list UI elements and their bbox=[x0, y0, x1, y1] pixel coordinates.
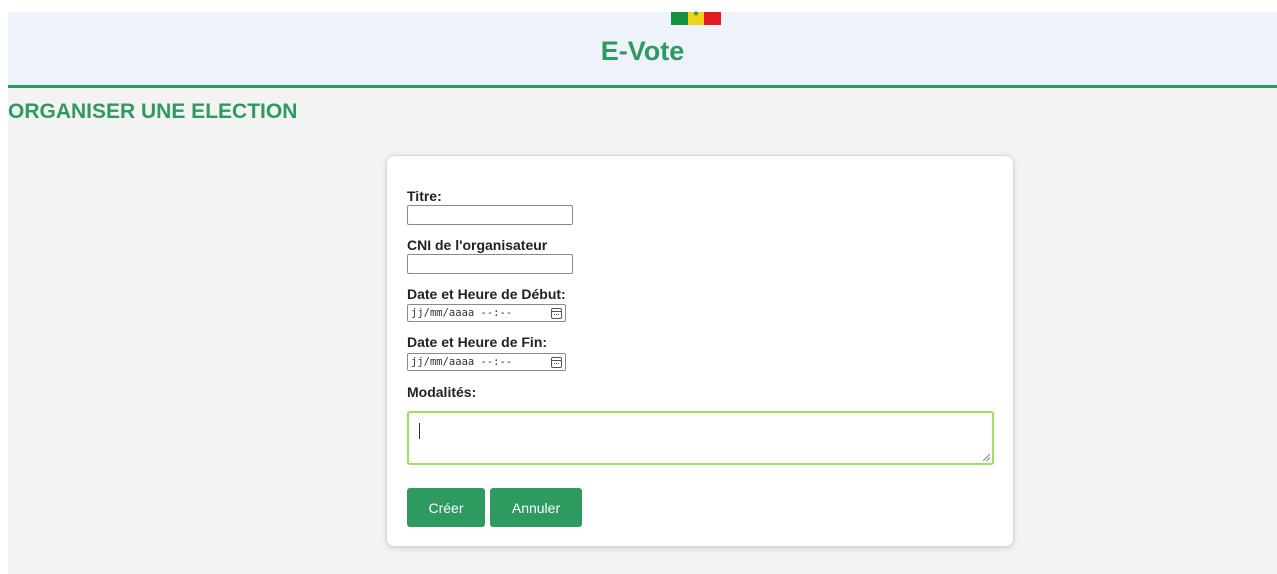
date-debut-input[interactable]: jj/mm/aaaa --:-- bbox=[407, 304, 566, 322]
date-fin-value: jj/mm/aaaa --:-- bbox=[411, 356, 513, 368]
date-fin-label: Date et Heure de Fin: bbox=[407, 334, 548, 350]
app-title: E-Vote bbox=[600, 36, 685, 66]
text-caret bbox=[419, 423, 420, 439]
titre-label: Titre: bbox=[407, 188, 442, 204]
date-fin-input[interactable]: jj/mm/aaaa --:-- bbox=[407, 353, 566, 371]
date-debut-label: Date et Heure de Début: bbox=[407, 286, 566, 302]
senegal-flag-icon: ★ bbox=[671, 9, 722, 25]
app-header: ★ E-Vote bbox=[8, 9, 1277, 88]
cancel-button[interactable]: Annuler bbox=[490, 488, 582, 527]
create-button[interactable]: Créer bbox=[407, 488, 485, 527]
titre-input[interactable] bbox=[407, 205, 573, 225]
modalites-textarea[interactable] bbox=[407, 411, 994, 465]
star-icon: ★ bbox=[692, 9, 700, 18]
date-debut-value: jj/mm/aaaa --:-- bbox=[411, 307, 513, 319]
page-background: ★ E-Vote ORGANISER UNE ELECTION Titre: C… bbox=[8, 9, 1277, 574]
cni-input[interactable] bbox=[407, 254, 573, 274]
calendar-icon[interactable] bbox=[551, 307, 562, 319]
calendar-icon[interactable] bbox=[551, 356, 562, 368]
cni-label: CNI de l'organisateur bbox=[407, 237, 548, 253]
resize-handle[interactable] bbox=[983, 454, 990, 461]
election-form: Titre: CNI de l'organisateur Date et Heu… bbox=[386, 155, 1014, 547]
modalites-label: Modalités: bbox=[407, 384, 477, 400]
page-title: ORGANISER UNE ELECTION bbox=[8, 100, 298, 123]
